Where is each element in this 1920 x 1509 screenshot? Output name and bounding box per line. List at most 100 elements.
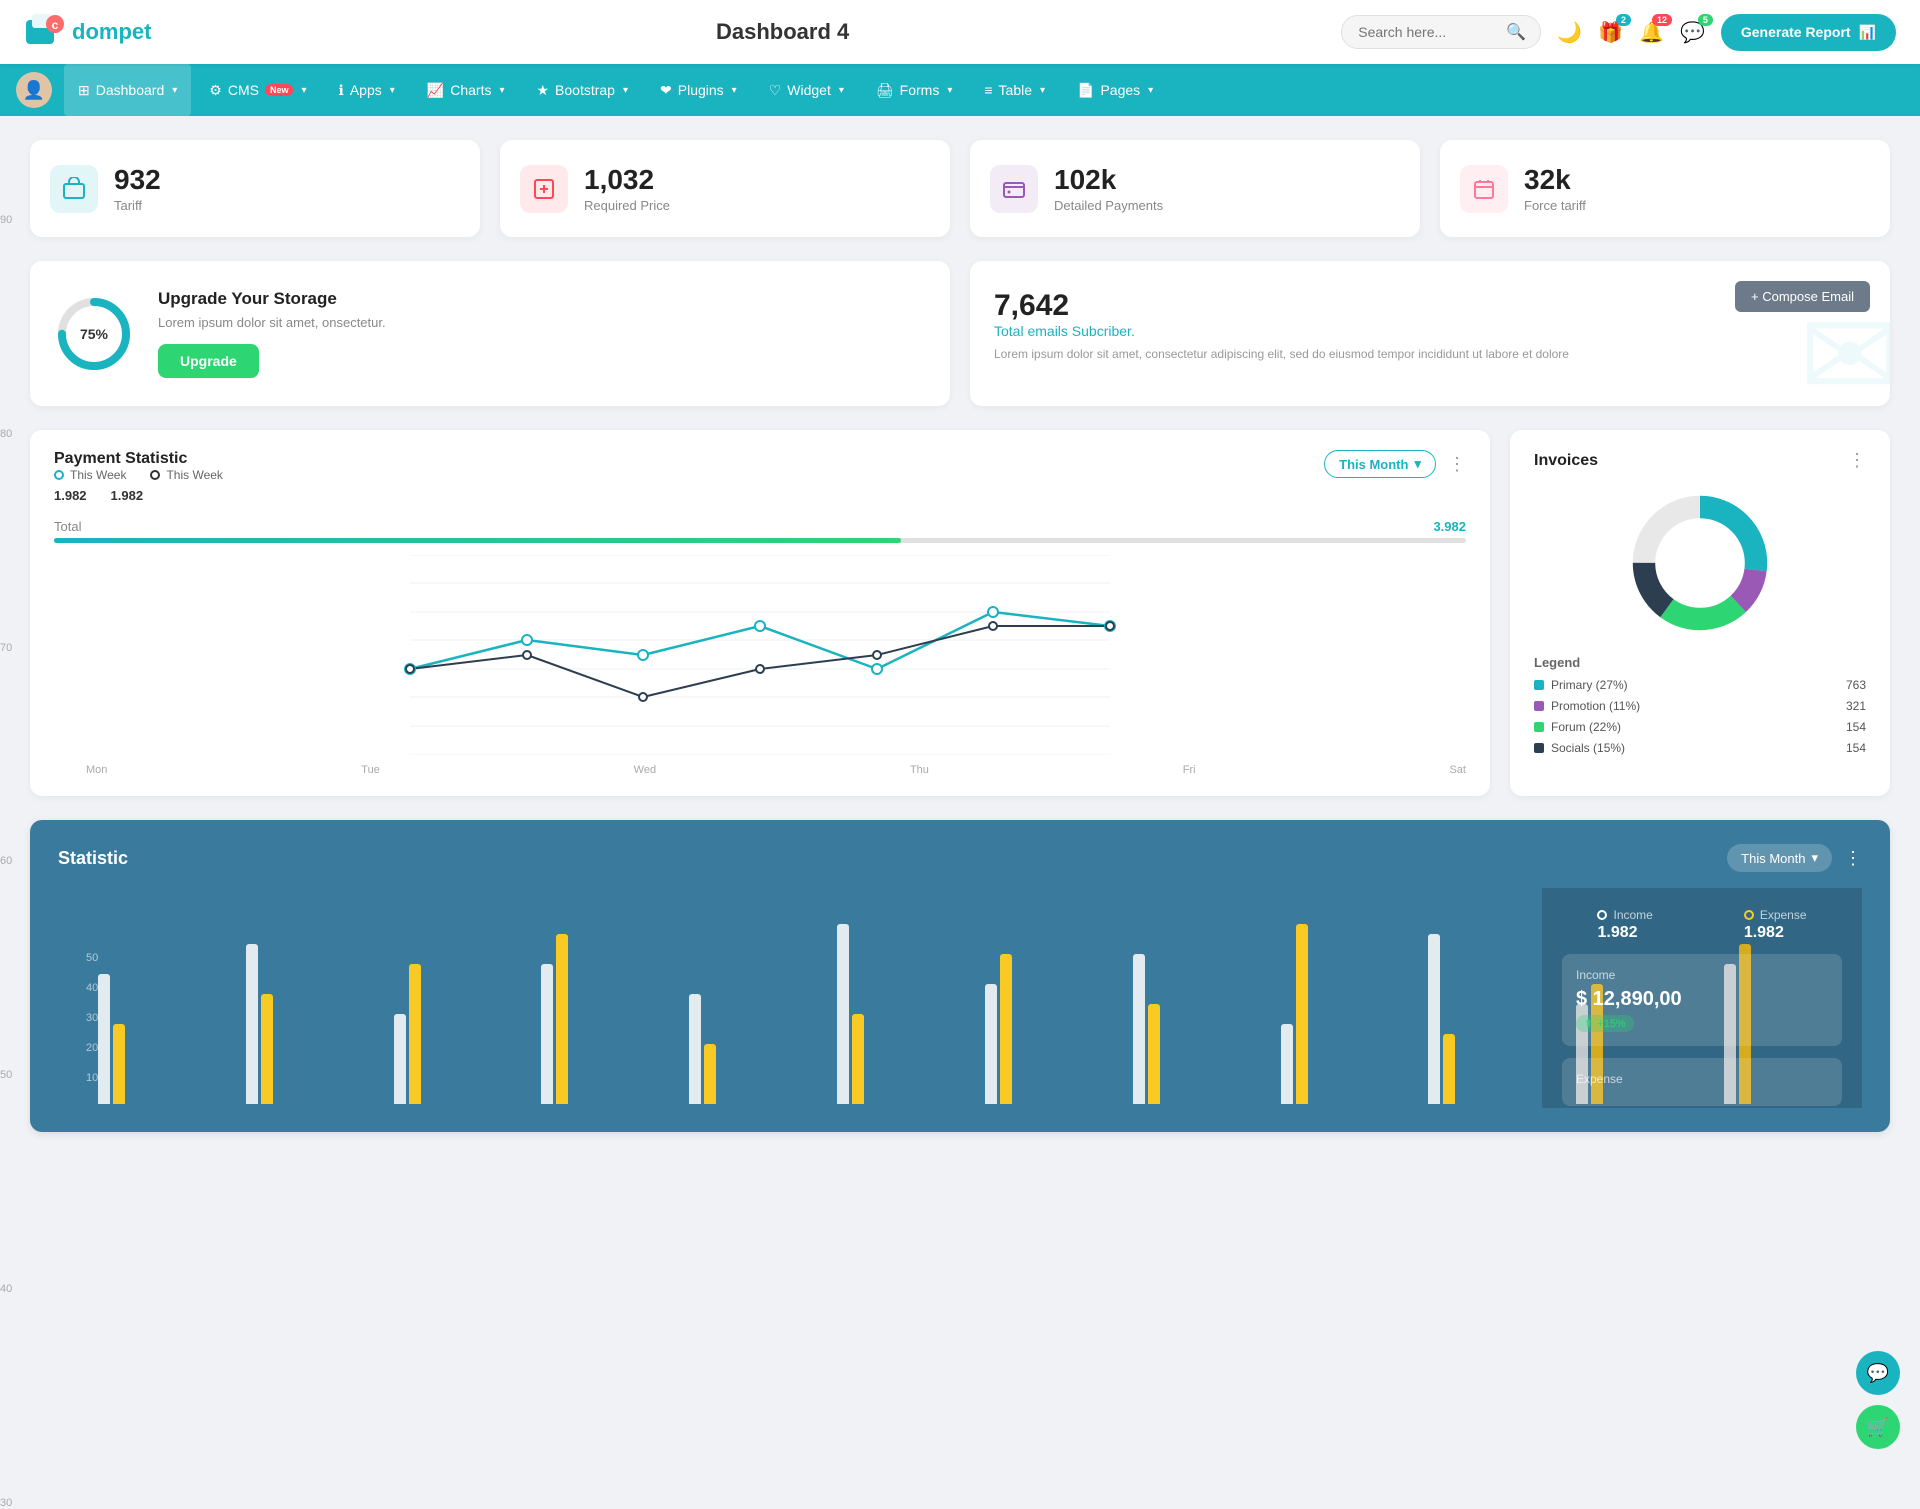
chevron-down-filter: ▾ xyxy=(1414,456,1421,472)
stats-row: 932 Tariff 1,032 Required Price 102k Det… xyxy=(30,140,1890,237)
legend-label-primary: Primary (27%) xyxy=(1551,678,1628,692)
chevron-down-icon-forms: ▾ xyxy=(947,85,952,96)
dashboard-icon: ⊞ xyxy=(78,82,90,99)
upgrade-card: 75% Upgrade Your Storage Lorem ipsum dol… xyxy=(30,261,950,406)
nav-label-bootstrap: Bootstrap xyxy=(555,82,615,98)
nav-item-widget[interactable]: ♡ Widget ▾ xyxy=(755,64,858,116)
legend-row-socials: Socials (15%) 154 xyxy=(1534,741,1866,755)
y-axis-labels: 100 90 80 70 60 50 40 30 xyxy=(0,0,18,1509)
required-price-info: 1,032 Required Price xyxy=(584,164,670,213)
bar-white xyxy=(689,994,701,1104)
income-badge: ⬆ +15% xyxy=(1576,1015,1634,1032)
statistic-filter-label: This Month xyxy=(1741,851,1805,866)
bar-group xyxy=(837,924,975,1104)
legend-row-promotion: Promotion (11%) 321 xyxy=(1534,699,1866,713)
chart-icon: 📊 xyxy=(1859,24,1876,41)
stat-card-force-tariff: 32k Force tariff xyxy=(1440,140,1890,237)
upgrade-button[interactable]: Upgrade xyxy=(158,344,259,378)
nav-item-forms[interactable]: 🖨 Forms ▾ xyxy=(862,64,966,116)
bar-yellow xyxy=(1443,1034,1455,1104)
storage-percent: 75% xyxy=(80,326,108,342)
bar-white xyxy=(1281,1024,1293,1104)
notifications-button[interactable]: 🔔 12 xyxy=(1639,20,1664,45)
nav-item-pages[interactable]: 📄 Pages ▾ xyxy=(1063,64,1167,116)
page-title: Dashboard 4 xyxy=(224,19,1341,45)
bell-badge: 12 xyxy=(1652,14,1672,26)
force-tariff-icon xyxy=(1460,165,1508,213)
force-tariff-label: Force tariff xyxy=(1524,198,1586,213)
nav-bar: 👤 ⊞ Dashboard ▾ ⚙ CMS New ▾ ℹ Apps ▾ 📈 C… xyxy=(0,64,1920,116)
widget-icon: ♡ xyxy=(769,82,782,99)
theme-toggle[interactable]: 🌙 xyxy=(1557,20,1582,45)
stat-card-detailed-payments: 102k Detailed Payments xyxy=(970,140,1420,237)
statistic-more-button[interactable]: ⋮ xyxy=(1844,848,1862,869)
invoices-more-button[interactable]: ⋮ xyxy=(1848,450,1866,471)
logo-icon: c xyxy=(24,12,64,52)
bar-white xyxy=(985,984,997,1104)
payment-chart-legend: This Week This Week xyxy=(54,468,223,482)
bar-group xyxy=(541,934,679,1104)
legend-item-1: This Week xyxy=(54,468,126,482)
legend-val-promotion: 321 xyxy=(1846,699,1866,713)
logo-area: c dompet xyxy=(24,12,224,52)
nav-item-cms[interactable]: ⚙ CMS New ▾ xyxy=(195,64,320,116)
nav-item-dashboard[interactable]: ⊞ Dashboard ▾ xyxy=(64,64,191,116)
stat-card-required-price: 1,032 Required Price xyxy=(500,140,950,237)
nav-item-table[interactable]: ≡ Table ▾ xyxy=(970,64,1059,116)
total-label: Total xyxy=(54,519,81,534)
generate-report-button[interactable]: Generate Report 📊 xyxy=(1721,14,1896,51)
nav-item-bootstrap[interactable]: ★ Bootstrap ▾ xyxy=(522,64,642,116)
total-row: Total 3.982 xyxy=(54,519,1466,534)
required-price-label: Required Price xyxy=(584,198,670,213)
bar-yellow xyxy=(409,964,421,1104)
donut-chart xyxy=(1534,483,1866,643)
bar-white xyxy=(837,924,849,1104)
invoices-legend: Legend Primary (27%) 763 Promotion (11%)… xyxy=(1534,655,1866,755)
nav-label-cms: CMS xyxy=(228,82,259,98)
bar-white xyxy=(98,974,110,1104)
statistic-filter-button[interactable]: This Month ▾ xyxy=(1727,844,1832,872)
x-axis-labels: Mon Tue Wed Thu Fri Sat xyxy=(54,764,1466,776)
income-dot xyxy=(1597,910,1607,920)
expense-box-label: Expense xyxy=(1576,1072,1828,1086)
bar-white xyxy=(246,944,258,1104)
line-chart-container: 100 90 80 70 60 50 40 30 xyxy=(54,555,1466,760)
bar-group xyxy=(246,944,384,1104)
income-box: Income $ 12,890,00 ⬆ +15% xyxy=(1562,954,1842,1046)
chevron-down-icon-cms: ▾ xyxy=(301,85,306,96)
payment-chart-title: Payment Statistic xyxy=(54,450,223,468)
chevron-down-stat: ▾ xyxy=(1811,850,1818,866)
bar-group xyxy=(1281,924,1419,1104)
search-input[interactable] xyxy=(1358,24,1498,40)
storage-progress: 75% xyxy=(54,294,134,374)
payment-chart-left: Payment Statistic This Week This Week 1.… xyxy=(54,450,223,503)
nav-item-apps[interactable]: ℹ Apps ▾ xyxy=(325,64,409,116)
expense-item: Expense 1.982 xyxy=(1744,908,1807,942)
chevron-down-icon-table: ▾ xyxy=(1040,85,1045,96)
more-options-button[interactable]: ⋮ xyxy=(1448,454,1466,475)
legend-label-socials: Socials (15%) xyxy=(1551,741,1625,755)
legend-label-1: This Week xyxy=(70,468,126,482)
chevron-down-icon-apps: ▾ xyxy=(390,85,395,96)
total-value: 3.982 xyxy=(1433,519,1466,534)
chevron-down-icon-pages: ▾ xyxy=(1148,85,1153,96)
force-tariff-number: 32k xyxy=(1524,164,1586,196)
bar-yellow xyxy=(1000,954,1012,1104)
upgrade-info: Upgrade Your Storage Lorem ipsum dolor s… xyxy=(158,289,386,378)
chevron-down-icon-plugins: ▾ xyxy=(732,85,737,96)
envelope-bg-icon: ✉ xyxy=(1799,296,1890,406)
cart-button[interactable]: 🛒 xyxy=(1856,1405,1900,1449)
invoices-title: Invoices xyxy=(1534,452,1598,470)
nav-item-plugins[interactable]: ❤ Plugins ▾ xyxy=(646,64,751,116)
legend-dot-dark xyxy=(150,470,160,480)
cms-icon: ⚙ xyxy=(209,82,222,99)
tariff-number: 932 xyxy=(114,164,161,196)
search-bar[interactable]: 🔍 xyxy=(1341,15,1541,49)
support-button[interactable]: 💬 xyxy=(1856,1351,1900,1395)
payment-filter-button[interactable]: This Month ▾ xyxy=(1324,450,1436,478)
gift-button[interactable]: 🎁 2 xyxy=(1598,20,1623,45)
bar-white xyxy=(541,964,553,1104)
messages-button[interactable]: 💬 5 xyxy=(1680,20,1705,45)
legend-val-socials: 154 xyxy=(1846,741,1866,755)
nav-item-charts[interactable]: 📈 Charts ▾ xyxy=(413,64,519,116)
